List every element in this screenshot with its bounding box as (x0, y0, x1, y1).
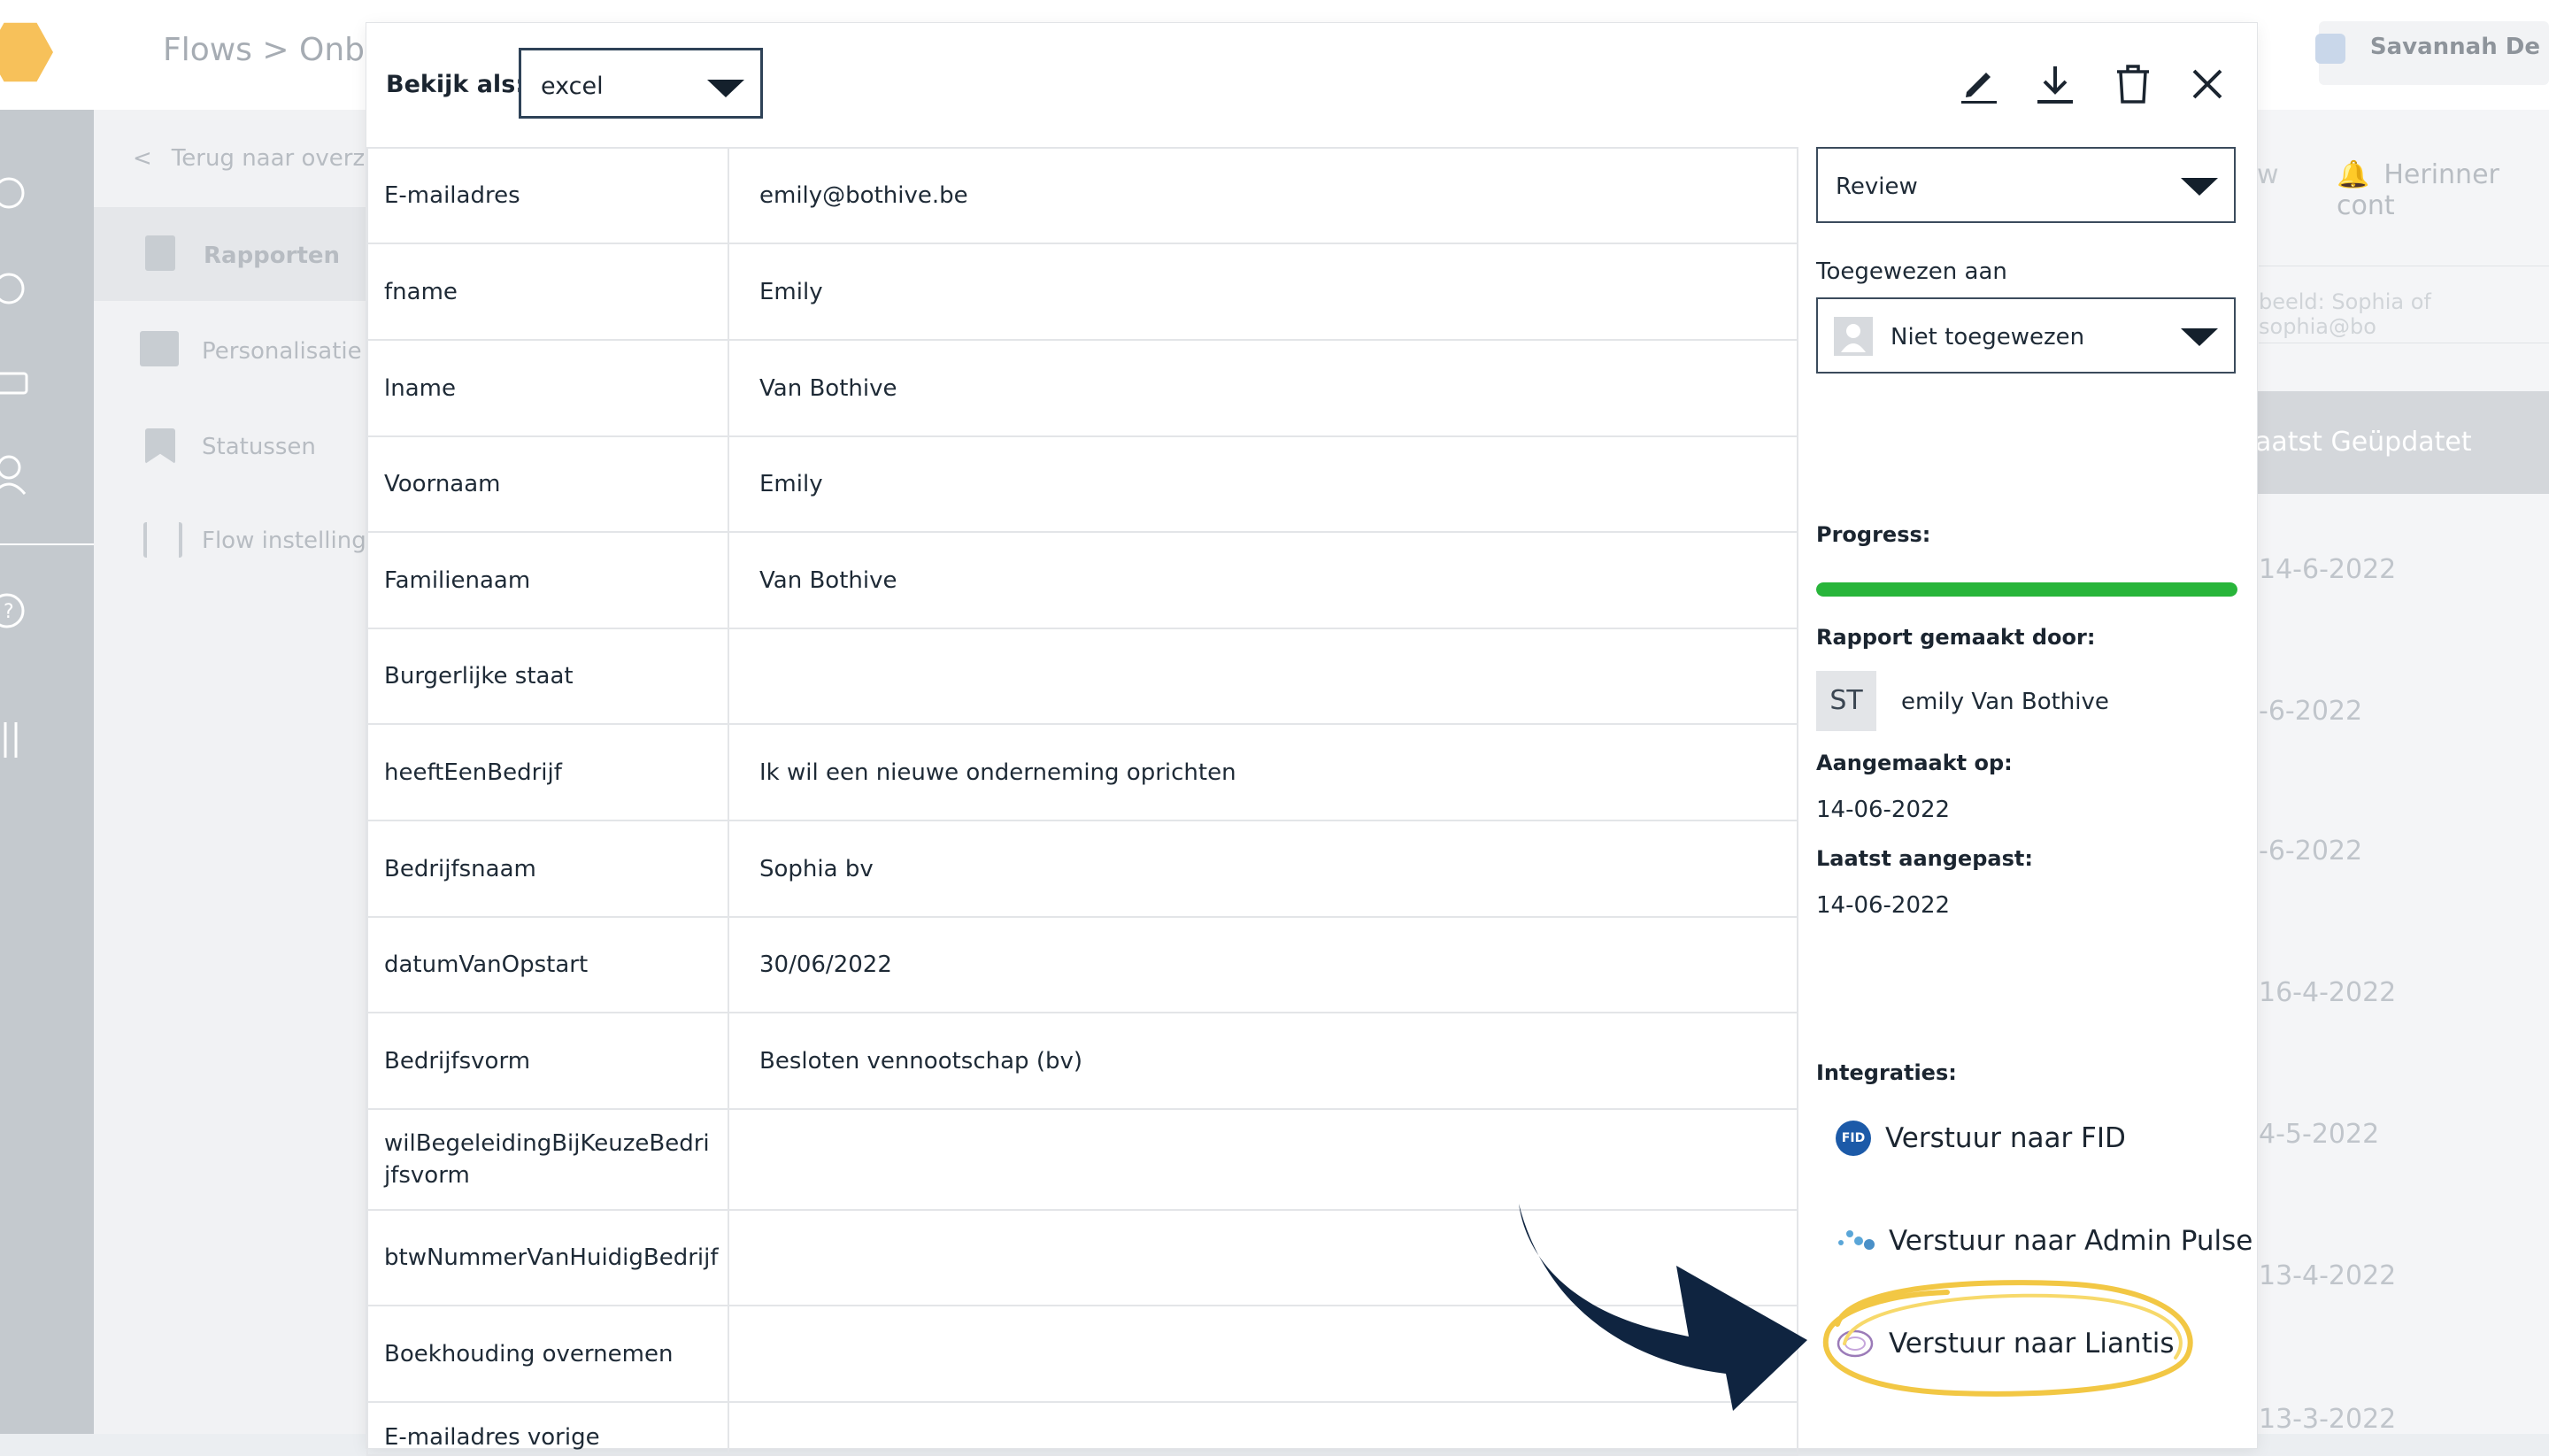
highlight-circle (1822, 1280, 2193, 1397)
annotation-overlay (1519, 1204, 2193, 1411)
arrow-icon (1519, 1204, 1807, 1411)
